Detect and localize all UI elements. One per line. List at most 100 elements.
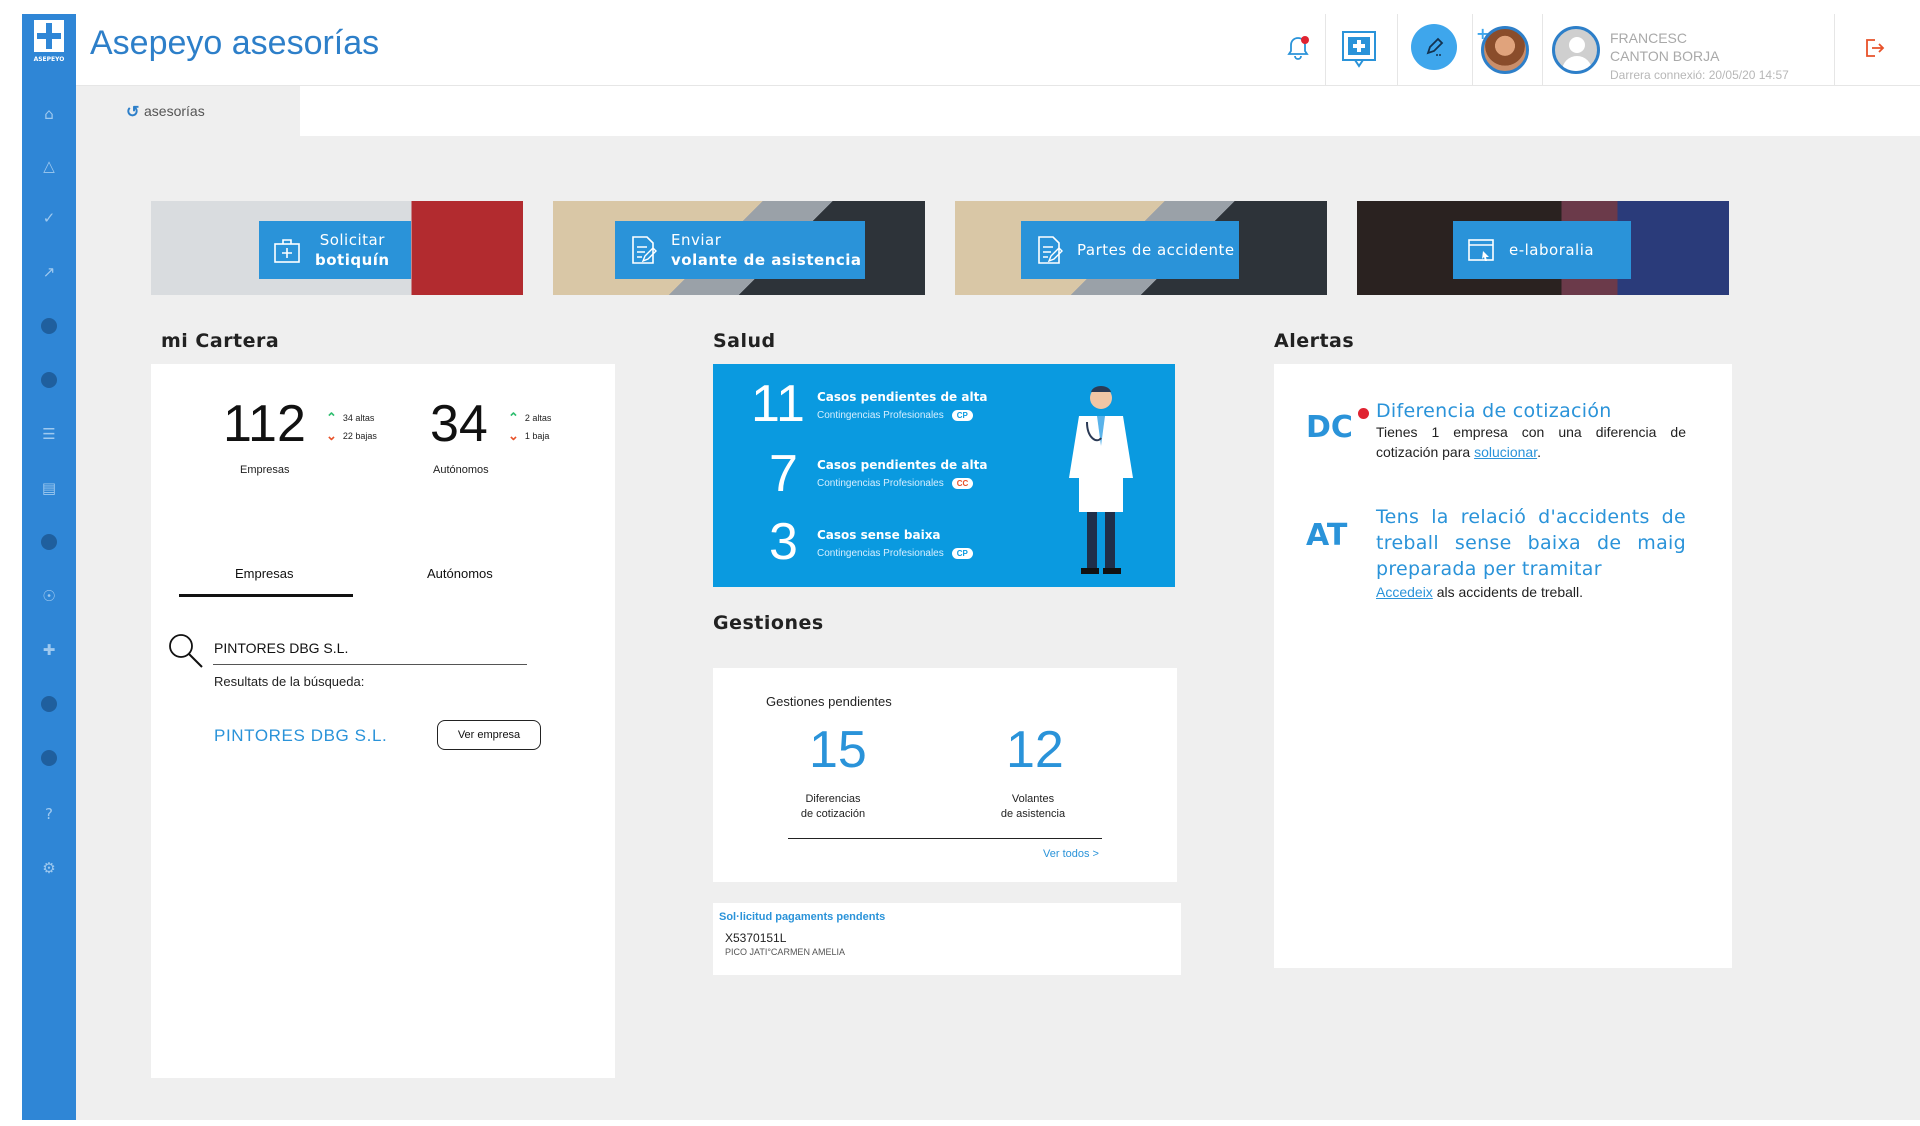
ver-empresa-button[interactable]: Ver empresa bbox=[437, 720, 541, 750]
alertas-title: Alertas bbox=[1274, 330, 1355, 352]
cartera-title: mi Cartera bbox=[161, 330, 280, 352]
diferencias-count[interactable]: 15 bbox=[809, 720, 867, 780]
banner-e-laboralia[interactable]: e-laboralia bbox=[1357, 201, 1729, 295]
badge: CP bbox=[951, 410, 973, 421]
search-underline bbox=[213, 664, 527, 665]
user-avatar[interactable] bbox=[1552, 26, 1600, 74]
salud-title: Salud bbox=[713, 330, 776, 352]
home-icon[interactable]: ⌂ bbox=[39, 104, 59, 124]
banner-label: Solicitar botiquín bbox=[259, 221, 411, 279]
menu-dot-icon[interactable] bbox=[39, 694, 59, 714]
volantes-count[interactable]: 12 bbox=[1006, 720, 1064, 780]
browser-window-icon bbox=[1468, 239, 1494, 261]
alert-text: Accedeix als accidents de treball. bbox=[1376, 584, 1584, 600]
app-title: Asepeyo asesorías bbox=[90, 24, 380, 62]
salud-count: 7 bbox=[769, 445, 798, 503]
tab-autonomos[interactable]: Autónomos bbox=[427, 566, 493, 581]
badge: CP bbox=[951, 548, 973, 559]
search-icon[interactable] bbox=[167, 632, 205, 670]
menu-dot-icon[interactable] bbox=[39, 748, 59, 768]
volantes-label: Volantes de asistencia bbox=[1000, 793, 1066, 820]
medical-clipboard-icon[interactable]: ✚ bbox=[39, 640, 59, 660]
gestiones-pending-label: Gestiones pendientes bbox=[766, 694, 892, 709]
search-input[interactable]: PINTORES DBG S.L. bbox=[214, 640, 348, 656]
pen-icon bbox=[1426, 37, 1444, 56]
first-aid-kit-icon bbox=[274, 239, 300, 263]
cartera-card: 112 ⌃ 34 altas ⌄ 22 bajas Empresas 34 ⌃ 2 a… bbox=[151, 364, 615, 1078]
payments-title: Sol·licitud pagaments pendents bbox=[719, 911, 886, 923]
accedeix-link[interactable]: Accedeix bbox=[1376, 584, 1433, 600]
alert-code-dc: DC bbox=[1306, 410, 1353, 445]
autonomos-altas: ⌃ 2 altas bbox=[508, 410, 552, 425]
user-name: FRANCESC CANTON BORJA bbox=[1610, 30, 1720, 64]
document-edit-icon bbox=[632, 236, 657, 264]
empresas-label: Empresas bbox=[240, 464, 290, 476]
asesorias-logo-icon: ↺ bbox=[126, 104, 140, 121]
tab-empresas[interactable]: Empresas bbox=[235, 566, 294, 581]
tab-strip: ↺ asesorías bbox=[76, 86, 1920, 136]
salud-count: 3 bbox=[769, 513, 798, 571]
banner-solicitar-botiquin[interactable]: Solicitar botiquín bbox=[151, 201, 523, 295]
diferencias-label: Diferencias de cotización bbox=[800, 793, 866, 820]
edit-pen-button[interactable] bbox=[1411, 24, 1457, 70]
autonomos-bajas: ⌄ 1 baja bbox=[508, 428, 550, 443]
logout-icon[interactable] bbox=[1862, 36, 1886, 60]
asepeyo-logo[interactable]: ASEPEYO bbox=[30, 20, 68, 64]
gestiones-card: Gestiones pendientes 15 Diferencias de co… bbox=[713, 668, 1177, 882]
payments-card[interactable]: Sol·licitud pagaments pendents X5370151L… bbox=[713, 903, 1181, 975]
external-link-icon[interactable]: ↗ bbox=[39, 262, 59, 282]
autonomos-label: Autónomos bbox=[433, 464, 489, 476]
double-check-icon[interactable]: ✓ bbox=[39, 208, 59, 228]
salud-row-title: Casos pendientes de alta bbox=[817, 458, 988, 472]
unread-dot bbox=[1358, 408, 1369, 419]
last-connection: Darrera connexió: 20/05/20 14:57 bbox=[1610, 68, 1789, 82]
result-company-link[interactable]: PINTORES DBG S.L. bbox=[214, 726, 387, 746]
settings-icon[interactable]: ⚙ bbox=[39, 858, 59, 878]
banner-label: e-laboralia bbox=[1453, 221, 1631, 279]
autonomos-count: 34 bbox=[430, 395, 488, 453]
empresas-bajas: ⌄ 22 bajas bbox=[326, 428, 377, 443]
list-icon[interactable]: ☰ bbox=[39, 424, 59, 444]
badge: CC bbox=[951, 478, 974, 489]
contact-photo[interactable] bbox=[1481, 26, 1529, 74]
alert-text: Tienes 1 empresa con una diferencia de c… bbox=[1376, 424, 1686, 460]
tab-asesorias[interactable]: ↺ asesorías bbox=[76, 86, 300, 136]
top-bar: Asepeyo asesorías + FRANCESC CANTON BORJ… bbox=[76, 14, 1920, 86]
active-tab-underline bbox=[179, 594, 353, 597]
salud-row-sub: Contingencias Profesionales CC bbox=[817, 478, 974, 489]
payments-name: PICO JATI°CARMEN AMELIA bbox=[725, 947, 845, 957]
notifications-bell-icon[interactable] bbox=[1284, 34, 1312, 62]
results-label: Resultats de la búsqueda: bbox=[214, 674, 365, 689]
alert-title[interactable]: Tens la relació d'accidents de treball s… bbox=[1376, 504, 1686, 582]
salud-row-title: Casos sense baixa bbox=[817, 528, 941, 542]
solucionar-link[interactable]: solucionar bbox=[1474, 444, 1537, 460]
alert-code-at: AT bbox=[1306, 518, 1348, 553]
banner-partes-accidente[interactable]: Partes de accidente bbox=[955, 201, 1327, 295]
salud-row-sub: Contingencias Profesionales CP bbox=[817, 410, 973, 421]
alert-title[interactable]: Diferencia de cotización bbox=[1376, 398, 1696, 424]
help-icon[interactable]: ? bbox=[39, 804, 59, 824]
ver-todos-link[interactable]: Ver todos > bbox=[1043, 848, 1099, 860]
empresas-count: 112 bbox=[223, 395, 306, 453]
award-icon[interactable]: ☉ bbox=[39, 586, 59, 606]
salud-count: 11 bbox=[751, 375, 805, 433]
menu-dot-icon[interactable] bbox=[39, 370, 59, 390]
banner-label: Enviar volante de asistencia bbox=[615, 221, 865, 279]
gestiones-title: Gestiones bbox=[713, 612, 824, 634]
warning-icon[interactable]: △ bbox=[39, 156, 59, 176]
medical-chat-icon[interactable] bbox=[1340, 29, 1378, 69]
empresas-altas: ⌃ 34 altas bbox=[326, 410, 375, 425]
menu-dot-icon[interactable] bbox=[39, 316, 59, 336]
banner-enviar-volante[interactable]: Enviar volante de asistencia bbox=[553, 201, 925, 295]
menu-dot-icon[interactable] bbox=[39, 532, 59, 552]
document-edit-icon bbox=[1038, 236, 1063, 264]
briefcase-icon[interactable]: ▤ bbox=[39, 478, 59, 498]
salud-card: 11 Casos pendientes de alta Contingencia… bbox=[713, 364, 1175, 587]
gestiones-divider bbox=[788, 838, 1102, 839]
payments-id: X5370151L bbox=[725, 931, 787, 945]
alertas-card: DC Diferencia de cotización Tienes 1 emp… bbox=[1274, 364, 1732, 968]
salud-row-title: Casos pendientes de alta bbox=[817, 390, 988, 404]
salud-row-sub: Contingencias Profesionales CP bbox=[817, 548, 973, 559]
banner-label: Partes de accidente bbox=[1021, 221, 1239, 279]
doctor-illustration bbox=[1069, 386, 1133, 574]
